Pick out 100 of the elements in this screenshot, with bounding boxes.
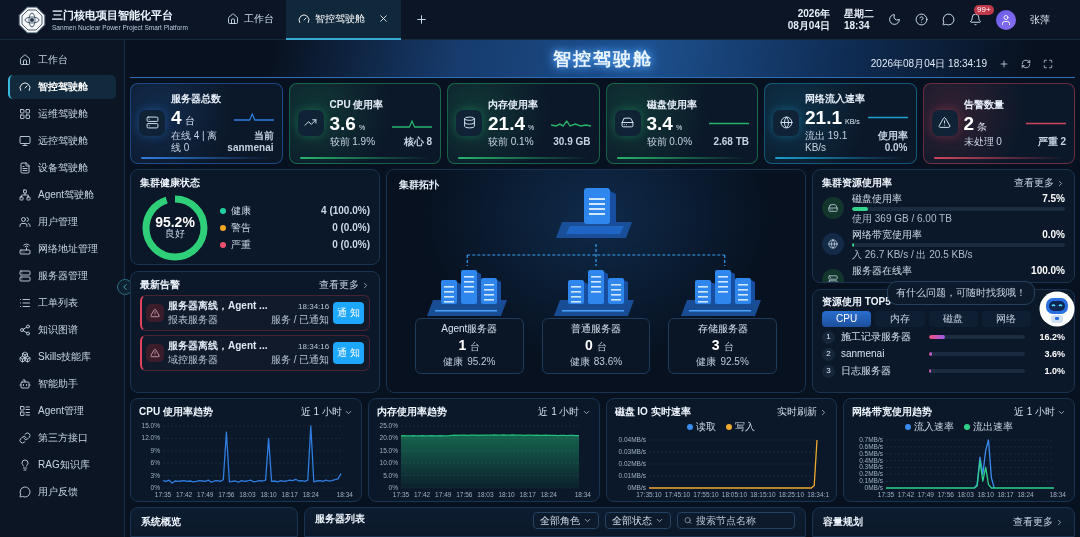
chat-icon (19, 486, 31, 498)
alert-item[interactable]: 服务器离线，Agent ... 18:34:16 域控服务器 服务 / 已通知 通 知 (140, 335, 370, 371)
caret-icon (655, 516, 664, 525)
more-link[interactable]: 查看更多 (319, 279, 370, 291)
rank-badge: 2 (822, 347, 835, 361)
server-name: sanmenai (841, 348, 886, 360)
range-dropdown[interactable]: 近 1 小时 (1013, 405, 1066, 419)
range-dropdown[interactable]: 近 1 小时 (538, 405, 591, 419)
search-field[interactable]: 搜索节点名称 (677, 512, 795, 529)
node-count: 0 (585, 337, 593, 353)
sidebar-item[interactable]: 设备驾驶舱 (8, 156, 116, 180)
robot-icon[interactable] (1039, 291, 1075, 327)
rank-badge: 1 (822, 330, 835, 344)
stat-unit: 台 (184, 113, 195, 128)
metric-tab[interactable]: 磁盘 (928, 311, 978, 327)
legend-label[interactable]: 流入速率 (914, 420, 955, 434)
sidebar-item[interactable]: 智控驾驶舱 (8, 75, 116, 99)
page-tab[interactable]: 工作台 (215, 0, 286, 40)
sidebar-item[interactable]: 服务器管理 (8, 264, 116, 288)
help-icon[interactable] (915, 13, 928, 26)
more-link[interactable]: 查看更多 (1013, 515, 1064, 529)
globe-icon (779, 116, 793, 129)
clock-time: 18:34 (844, 19, 870, 32)
user-name: 张萍 (1030, 12, 1050, 27)
health-label: 健康 (443, 355, 464, 369)
stat-value: 21.1 (805, 106, 842, 129)
node-card[interactable]: Agent服务器 1 台 健康 95.2% (415, 318, 524, 374)
sidebar-item[interactable]: 知识图谱 (8, 318, 116, 342)
metric-tab[interactable]: 网络 (981, 311, 1031, 327)
stat-title: 内存使用率 (488, 97, 539, 112)
panel-title: 容量规划 (823, 515, 863, 529)
network-icon (19, 189, 31, 201)
health-value: 83.6% (593, 356, 623, 367)
legend-label[interactable]: 读取 (696, 420, 717, 434)
sparkline (1026, 122, 1066, 125)
node-unit: 台 (723, 340, 734, 354)
metric-tab[interactable]: 内存 (875, 311, 925, 327)
stat-title: CPU 使用率 (329, 97, 385, 112)
users-icon (19, 216, 31, 228)
alert-message: 服务器离线，Agent ... (168, 340, 268, 352)
sidebar-item[interactable]: 用户管理 (8, 210, 116, 234)
legend-value: 0 (0.0%) (332, 222, 370, 234)
sidebar-item[interactable]: 用户反馈 (8, 480, 116, 504)
sidebar-item[interactable]: Agent管理 (8, 399, 116, 423)
sidebar-item[interactable]: 远控驾驶舱 (8, 129, 116, 153)
chevron-icon (361, 280, 370, 290)
sidebar-item[interactable]: Skills技能库 (8, 345, 116, 369)
refresh-icon[interactable] (1021, 58, 1031, 69)
chat-icon[interactable] (942, 13, 955, 26)
legend-label[interactable]: 流出速率 (973, 420, 1014, 434)
node-card[interactable]: 存储服务器 3 台 健康 92.5% (668, 318, 777, 374)
sidebar-item[interactable]: RAG知识库 (8, 453, 116, 477)
date-year: 2026年 (797, 7, 830, 20)
sidebar-item[interactable]: 网络地址管理 (8, 237, 116, 261)
add-icon[interactable] (999, 58, 1009, 69)
page-title: 智控驾驶舱 (552, 47, 653, 71)
resource-value: 0.0% (1042, 229, 1065, 241)
range-dropdown[interactable]: 近 1 小时 (300, 405, 353, 419)
stat-title: 告警数量 (963, 97, 1005, 112)
sidebar-item[interactable]: 智能助手 (8, 372, 116, 396)
stat-value: 3.4 (646, 112, 673, 135)
metric-tab[interactable]: CPU (822, 311, 872, 327)
stat-detail: 核心 8 (403, 135, 432, 148)
alert-item[interactable]: 服务器离线，Agent ... 18:34:16 报表服务器 服务 / 已通知 通 知 (140, 295, 370, 331)
router-icon (19, 243, 31, 255)
sidebar-item[interactable]: 工作台 (8, 48, 116, 72)
notification-badge: 99+ (974, 5, 994, 15)
health-value: 92.5% (720, 356, 749, 367)
server-icon (828, 275, 838, 282)
sidebar-item[interactable]: 第三方接口 (8, 426, 116, 450)
health-score: 95.2% (155, 216, 195, 228)
stat-value: 3.6 (329, 112, 356, 135)
page-tab[interactable]: 智控驾驶舱 (286, 0, 401, 40)
panel-title: 集群资源使用率 (822, 177, 892, 189)
stat-detail: 严重 2 (1037, 135, 1066, 148)
more-link[interactable]: 查看更多 (1014, 177, 1065, 189)
filter-dropdown[interactable]: 全部角色 (533, 512, 599, 529)
legend-label[interactable]: 写入 (735, 420, 756, 434)
chevron-icon (1055, 517, 1064, 527)
usage-value: 16.2% (1038, 331, 1065, 343)
bell-icon[interactable] (969, 13, 982, 26)
sidebar-item[interactable]: 工单列表 (8, 291, 116, 315)
filter-dropdown[interactable]: 全部状态 (605, 512, 671, 529)
refresh-link[interactable]: 实时刷新 (777, 405, 829, 419)
node-card[interactable]: 普通服务器 0 台 健康 83.6% (541, 318, 651, 374)
add-tab-icon[interactable] (415, 13, 428, 26)
sidebar-item[interactable]: Agent驾驶舱 (8, 183, 116, 207)
fullscreen-icon[interactable] (1043, 58, 1053, 69)
user-avatar[interactable] (996, 9, 1016, 30)
node-count: 3 (711, 337, 720, 353)
moon-icon[interactable] (888, 13, 901, 26)
legend-value: 0 (0.0%) (332, 239, 370, 251)
sidebar-item[interactable]: 运维驾驶舱 (8, 102, 116, 126)
stat-detail: 使用率 0.0% (876, 129, 908, 154)
stat-detail: 较前 0.0% (646, 135, 693, 148)
stat-value: 4 (171, 106, 182, 129)
resource-label: 网络带宽使用率 (852, 229, 922, 241)
grid-icon (19, 108, 31, 120)
alert-status: 服务 / 已通知 (270, 354, 330, 366)
drive-icon (828, 203, 838, 213)
